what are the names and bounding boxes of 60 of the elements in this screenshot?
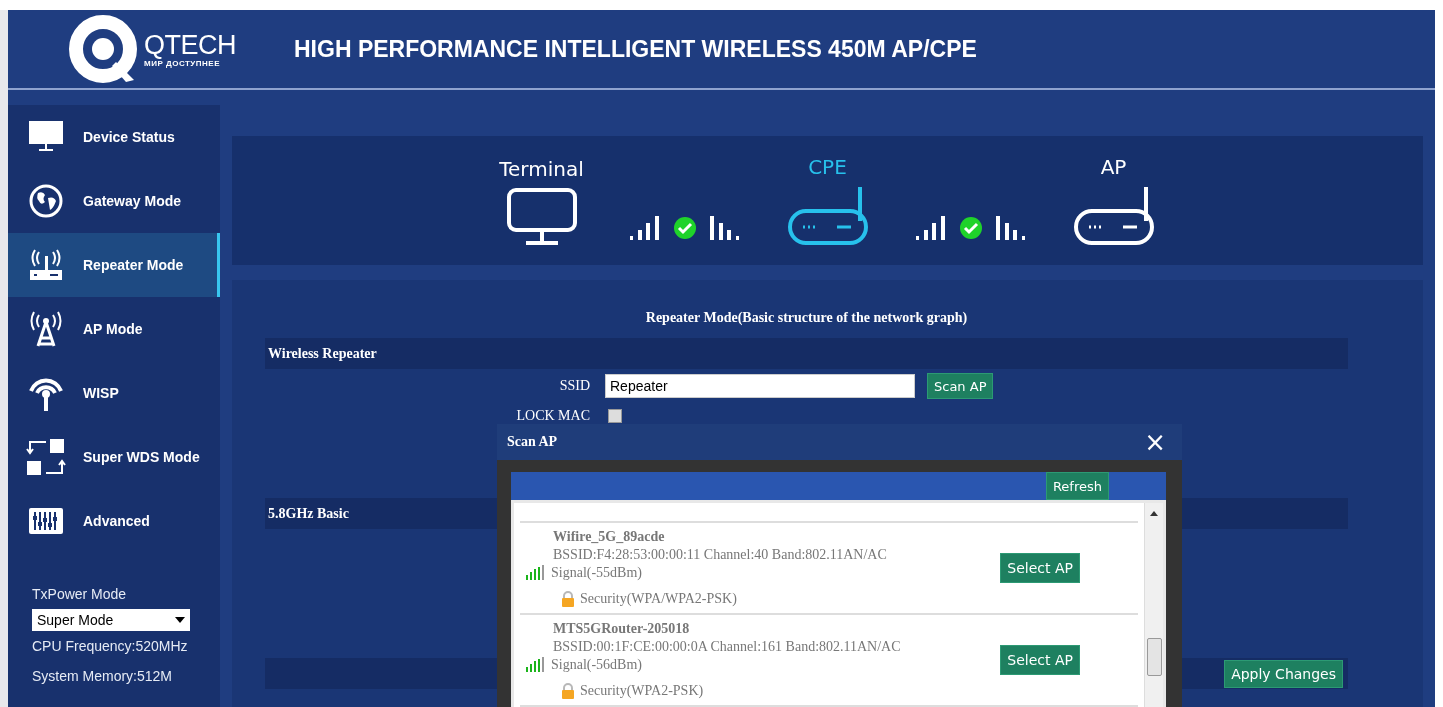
globe-icon [29,184,63,218]
signal-strength-icon [526,565,544,581]
lock-mac-checkbox[interactable] [608,409,622,423]
ap-security: Security(WPA/WPA2-PSK) [580,590,737,608]
sidebar-item[interactable]: Device Status [8,105,220,169]
scroll-up-icon [1150,511,1158,516]
squares-arrows-icon [26,438,66,476]
signal-bars-icon [629,215,660,241]
txpower-dropdown[interactable]: Super Mode [32,609,190,631]
node-label: Terminal [499,157,584,181]
system-info-text: CPU Frequency:520MHz [32,637,189,656]
ap-details: BSSID:00:1F:CE:00:00:0A Channel:161 Band:802.11AN/AC [553,638,902,656]
ap-signal: Signal(-55dBm) [551,564,642,582]
select-ap-button[interactable]: Select AP [1000,645,1080,675]
dialog-title: Scan AP [507,434,558,450]
ssid-label: SSID [558,378,590,394]
caret-icon [175,617,185,623]
ap-name: MTS5GRouter-205018 [553,620,691,638]
ap-security: Security(WPA2-PSK) [580,682,704,700]
ap-signal: Signal(-56dBm) [551,656,642,674]
system-info-text: System Memory:512M [32,667,174,686]
logo-name: QTECH [144,30,236,59]
ssid-field[interactable]: Repeater [605,374,915,398]
sidebar-item[interactable]: WISP [8,361,220,425]
sidebar-item[interactable]: Super WDS Mode [8,425,220,489]
close-button[interactable]: × [1138,429,1172,455]
lock-icon [561,591,575,607]
node-label: AP [1100,155,1127,179]
router-icon [28,248,64,282]
monitor-icon [28,120,64,154]
ap-details: BSSID:F4:28:53:00:00:11 Channel:40 Band:802.11AN/AC [553,546,888,564]
sidebar-item[interactable]: Advanced [8,489,220,553]
node-label: CPE [808,155,847,179]
signal-bars-icon [915,215,946,241]
sidebar-item[interactable]: Repeater Mode [8,233,220,297]
logo-tagline: МИР ДОСТУПНЕЕ [144,58,221,68]
select-ap-button[interactable]: Select AP [1000,553,1080,583]
section-header: Wireless Repeater [265,338,1348,369]
scrollbar[interactable] [1144,503,1163,707]
lock-mac-label: LOCK MAC [515,408,590,424]
monitor-icon [505,187,578,247]
signal-bars-icon [995,215,1026,241]
scan-ap-button[interactable]: Scan AP [927,373,994,399]
refresh-button[interactable]: Refresh [1045,472,1109,500]
antenna-tower-icon [28,310,64,348]
equalizer-icon [28,507,64,535]
section-title: Repeater Mode(Basic structure of the network graph) [644,310,969,326]
sidebar-item[interactable]: Gateway Mode [8,169,220,233]
lock-icon [561,683,575,699]
router-icon [1072,185,1155,247]
logo-icon [68,14,138,84]
page-title: HIGH PERFORMANCE INTELLIGENT WIRELESS 450M AP/CPE [294,35,977,63]
scroll-thumb[interactable] [1147,638,1162,676]
signal-bars-icon [709,215,740,241]
txpower-label: TxPower Mode [32,585,128,604]
signal-strength-icon [526,657,544,673]
ap-name: Wifire_5G_89acde [553,528,666,546]
router-icon [786,185,869,247]
sidebar-item[interactable]: AP Mode [8,297,220,361]
apply-changes-button[interactable]: Apply Changes [1224,659,1343,688]
